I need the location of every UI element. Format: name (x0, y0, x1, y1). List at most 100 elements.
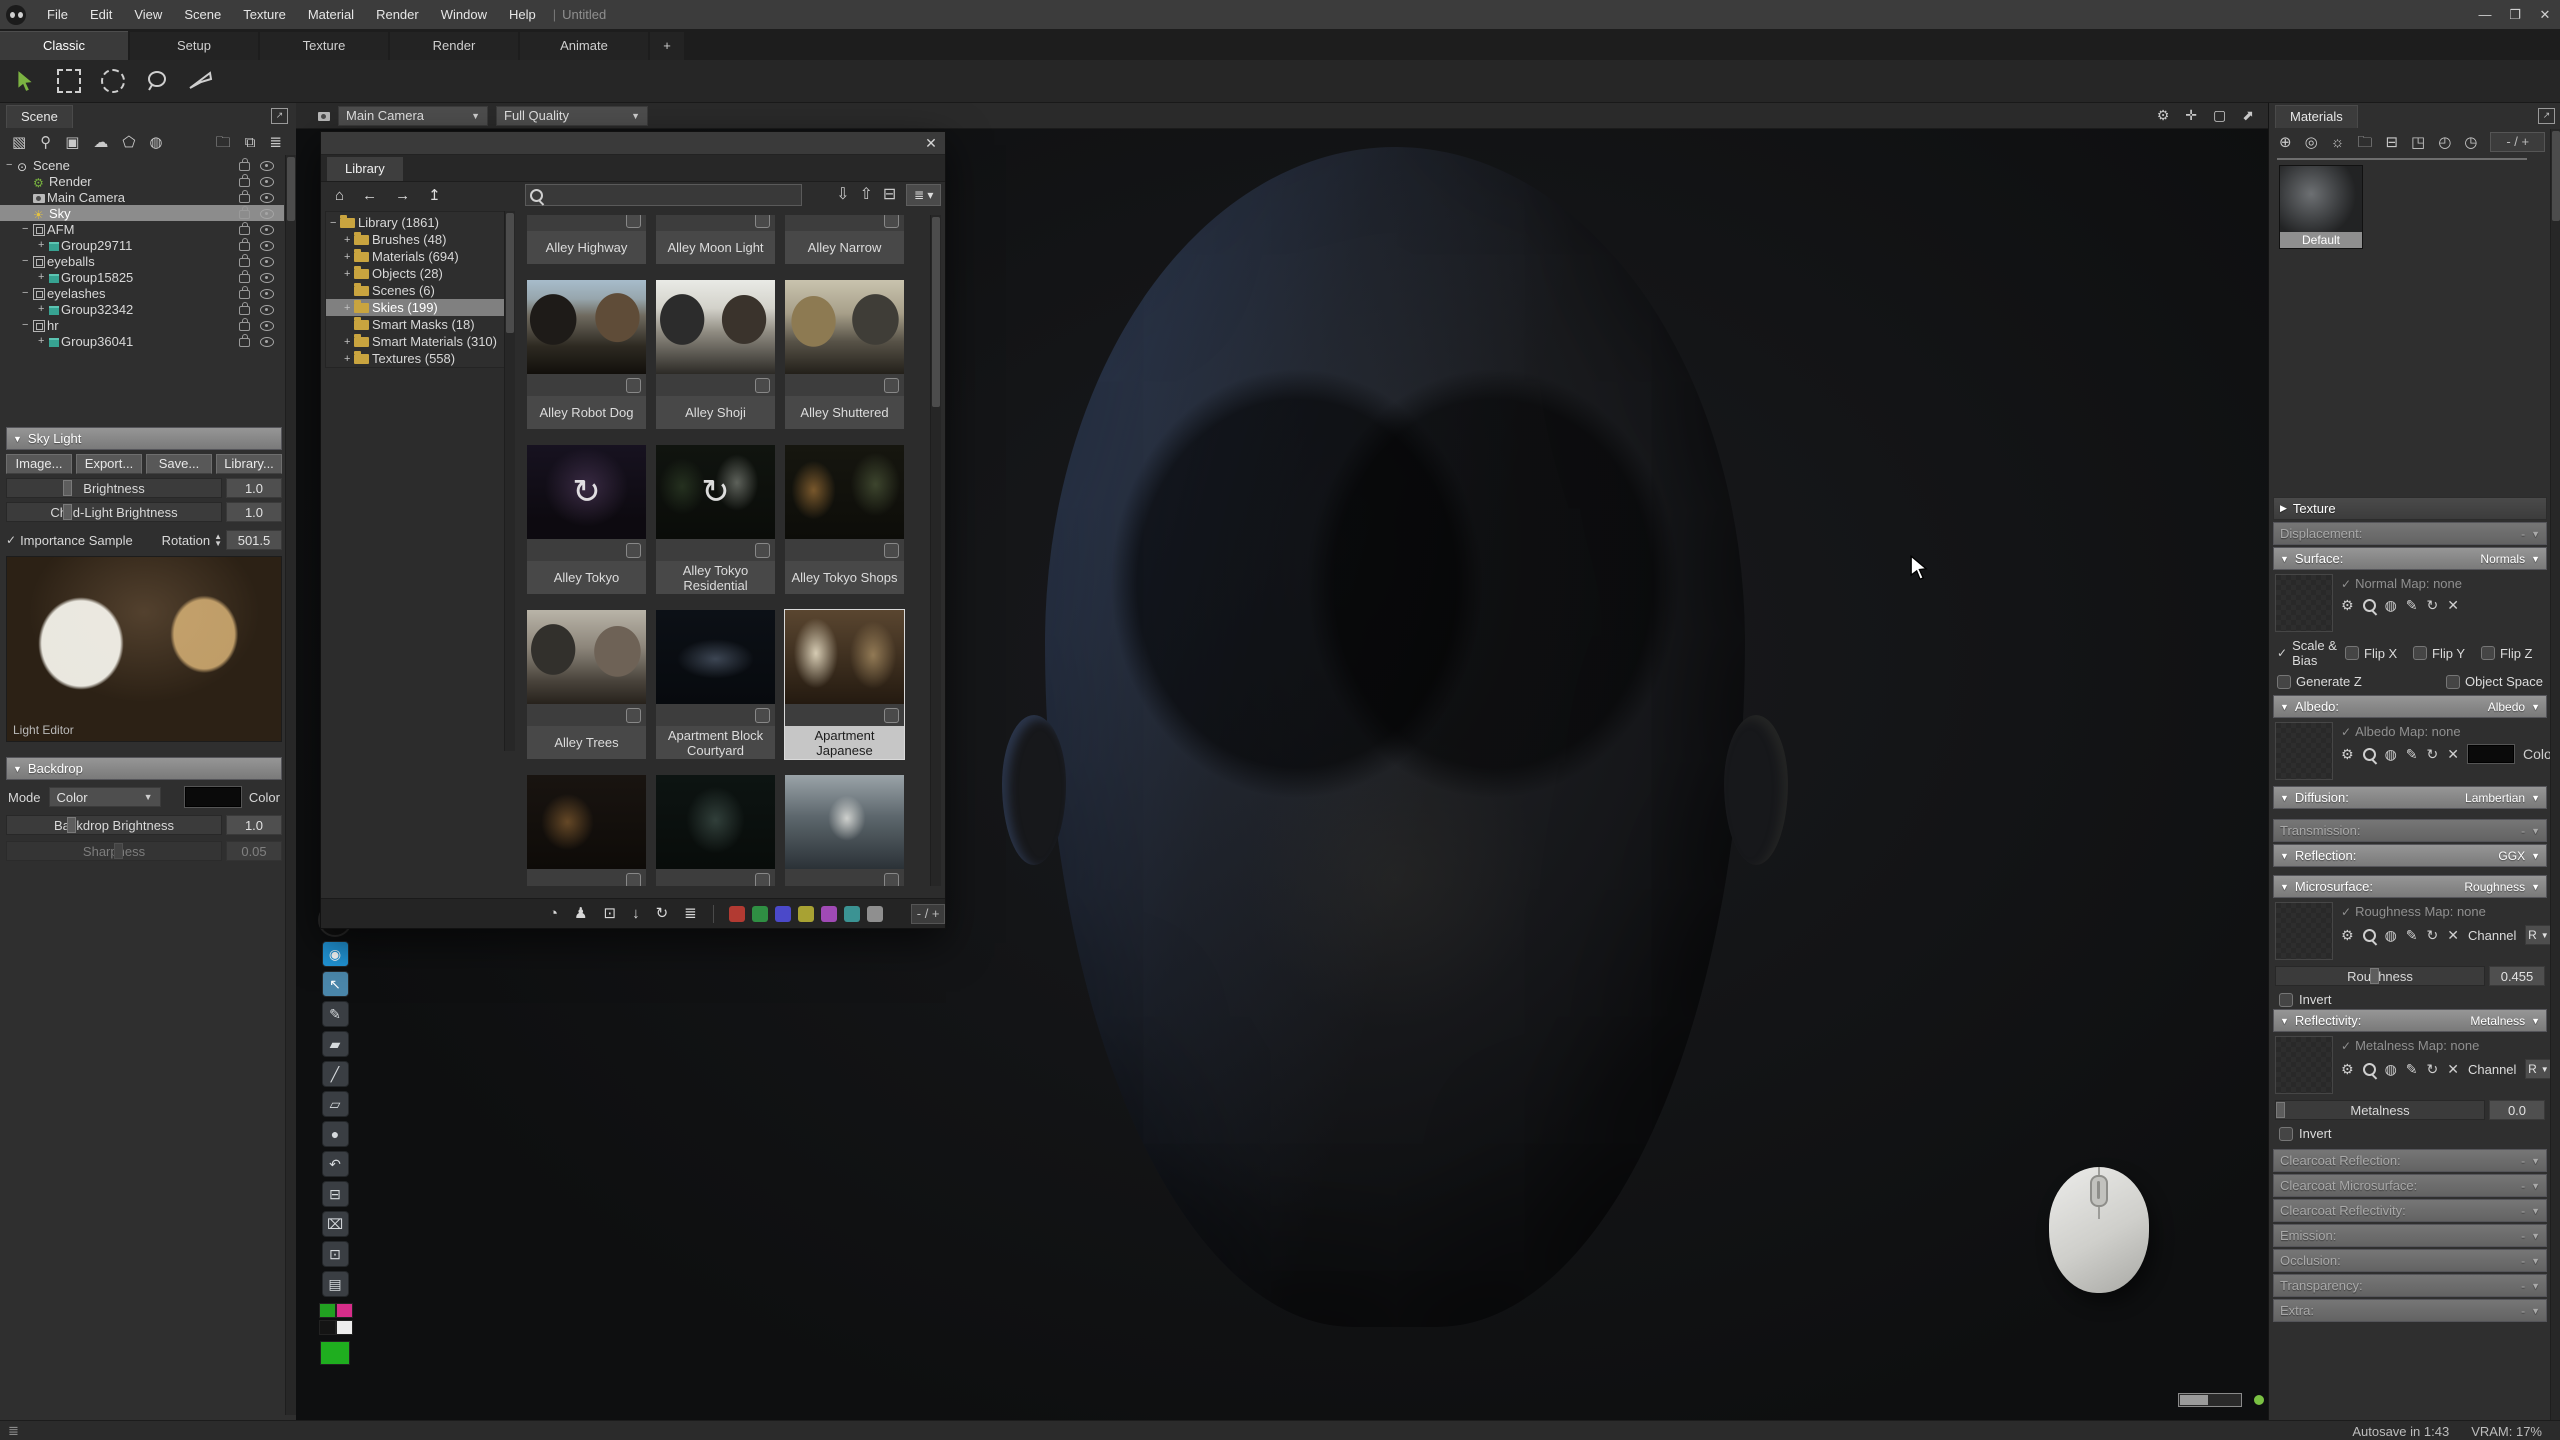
visibility-eye-icon[interactable] (260, 241, 274, 251)
item-checkbox[interactable] (626, 215, 641, 228)
lock-icon[interactable] (239, 194, 250, 203)
backdrop-sharpness-slider[interactable]: Sharpness (6, 841, 222, 861)
color-swatch[interactable] (336, 1320, 353, 1335)
albedo-color-swatch[interactable] (2468, 745, 2514, 763)
library-folder-row[interactable]: − Library (1861) (326, 214, 504, 231)
map-edit-icon[interactable]: ✎ (2406, 597, 2418, 614)
tree-expander[interactable]: − (6, 159, 17, 171)
item-checkbox[interactable] (884, 378, 899, 393)
item-checkbox[interactable] (755, 215, 770, 228)
delete-material-icon[interactable]: ⊟ (2385, 135, 2398, 150)
map-sphere-icon[interactable]: ◍ (2385, 927, 2397, 944)
tree-expander[interactable]: − (22, 255, 33, 267)
menu-item[interactable]: View (123, 0, 173, 29)
section-reflectivity[interactable]: ▼Reflectivity: Metalness▼ (2273, 1009, 2547, 1032)
section-disabled[interactable]: Clearcoat Reflectivity: -▼ (2273, 1199, 2547, 1222)
color-swatch[interactable] (319, 1320, 336, 1335)
section-surface[interactable]: ▼Surface: Normals▼ (2273, 547, 2547, 570)
menu-item[interactable]: Edit (79, 0, 123, 29)
assign-material-icon[interactable]: ◳ (2411, 135, 2425, 150)
item-checkbox[interactable] (755, 873, 770, 886)
lock-icon[interactable] (239, 210, 250, 219)
library-tab[interactable]: Library (327, 157, 403, 181)
tree-expander[interactable]: − (22, 287, 33, 299)
materials-panel-scrollbar[interactable] (2550, 129, 2560, 1420)
section-disabled[interactable]: Occlusion: -▼ (2273, 1249, 2547, 1272)
user-icon[interactable]: ♟ (574, 906, 587, 921)
add-environment-icon[interactable]: ☁ (93, 135, 108, 150)
menu-item[interactable]: Window (430, 0, 498, 29)
view-options-button[interactable]: ≣ ▾ (906, 184, 941, 206)
item-thumbnail[interactable] (656, 775, 775, 869)
viewport-settings-icon[interactable]: ⚙ (2157, 107, 2170, 124)
section-disabled[interactable]: Extra: -▼ (2273, 1299, 2547, 1322)
scene-tree-row[interactable]: − AFM (0, 221, 284, 237)
select-arrow-tool[interactable] (12, 68, 38, 94)
library-item[interactable] (656, 775, 775, 886)
backdrop-mode-dropdown[interactable]: Color▼ (49, 787, 161, 807)
list-view-icon[interactable]: ≣ (684, 906, 697, 921)
menu-item[interactable]: Material (297, 0, 365, 29)
visibility-eye-icon[interactable] (260, 337, 274, 347)
scale-bias-check[interactable]: ✓ (2277, 646, 2287, 660)
scene-tree-row[interactable]: + Group36041 (0, 333, 284, 349)
menu-item[interactable]: Scene (173, 0, 232, 29)
library-folder-row[interactable]: + Objects (28) (326, 265, 504, 282)
lasso-tool[interactable] (144, 68, 170, 94)
item-thumbnail[interactable] (527, 775, 646, 869)
item-thumbnail[interactable] (527, 610, 646, 704)
map-reload-icon[interactable]: ↻ (2427, 927, 2439, 944)
library-window[interactable]: ✕ Library ⌂ ← → ↥ − (320, 131, 946, 929)
lock-icon[interactable] (239, 226, 250, 235)
metalness-slider[interactable]: Metalness (2275, 1100, 2485, 1120)
popout-view-icon[interactable]: ⬈ (2242, 107, 2254, 124)
tag-color-swatch[interactable] (821, 906, 837, 922)
sync-library-icon[interactable]: ◷ (2464, 135, 2477, 150)
sky-light-button[interactable]: Image... (6, 454, 72, 474)
albedo-mode-dropdown[interactable]: Albedo▼ (2488, 700, 2540, 714)
roughness-map-slot[interactable] (2275, 902, 2333, 960)
add-material-icon[interactable]: ◍ (149, 135, 162, 150)
section-transmission[interactable]: Transmission: -▼ (2273, 819, 2547, 842)
scene-panel-tab[interactable]: Scene (6, 105, 73, 128)
close-button[interactable]: ✕ (2530, 0, 2560, 29)
map-settings-icon[interactable]: ⚙ (2341, 1061, 2354, 1078)
library-item[interactable]: Apartment Japanese (785, 610, 904, 759)
map-settings-icon[interactable]: ⚙ (2341, 597, 2354, 614)
section-microsurface[interactable]: ▼Microsurface: Roughness▼ (2273, 875, 2547, 898)
download-icon[interactable]: ↓ (632, 906, 640, 921)
tree-expander[interactable]: − (22, 223, 33, 235)
rotation-value[interactable]: 501.5 (226, 530, 282, 550)
map-search-icon[interactable] (2363, 599, 2376, 612)
marquee-circle-tool[interactable] (100, 68, 126, 94)
section-disabled[interactable]: Transparency: -▼ (2273, 1274, 2547, 1297)
highlighter-tool-button[interactable]: ▰ (322, 1031, 349, 1057)
channel-dropdown[interactable]: R▼ (2525, 1059, 2551, 1079)
visibility-eye-icon[interactable] (260, 225, 274, 235)
lock-icon[interactable] (239, 338, 250, 347)
sky-light-button[interactable]: Library... (216, 454, 282, 474)
scene-tree-row[interactable]: + Group32342 (0, 301, 284, 317)
item-thumbnail[interactable] (656, 280, 775, 374)
item-checkbox[interactable] (884, 543, 899, 558)
map-edit-icon[interactable]: ✎ (2406, 927, 2418, 944)
thumbnail-size-control[interactable]: - / + (911, 904, 945, 924)
backdrop-color-swatch[interactable] (185, 787, 241, 807)
item-checkbox[interactable] (755, 708, 770, 723)
item-checkbox[interactable] (755, 543, 770, 558)
section-disabled[interactable]: Clearcoat Microsurface: -▼ (2273, 1174, 2547, 1197)
brightness-slider[interactable]: Brightness (6, 478, 222, 498)
sync-icon[interactable]: ↻ (656, 906, 669, 921)
section-displacement[interactable]: Displacement: -▼ (2273, 522, 2547, 545)
map-edit-icon[interactable]: ✎ (2406, 1061, 2418, 1078)
folder-icon[interactable]: 🗀 (2357, 135, 2372, 150)
folder-expander[interactable]: + (344, 353, 354, 365)
backdrop-brightness-slider[interactable]: Backdrop Brightness (6, 815, 222, 835)
library-item[interactable] (527, 775, 646, 886)
library-item[interactable]: Alley Highway (527, 215, 646, 264)
library-item[interactable]: Alley Moon Light (656, 215, 775, 264)
visibility-eye-icon[interactable] (260, 257, 274, 267)
workspace-tab[interactable]: + (650, 32, 684, 60)
search-input-wrap[interactable] (525, 184, 802, 206)
tag-color-swatch[interactable] (752, 906, 768, 922)
